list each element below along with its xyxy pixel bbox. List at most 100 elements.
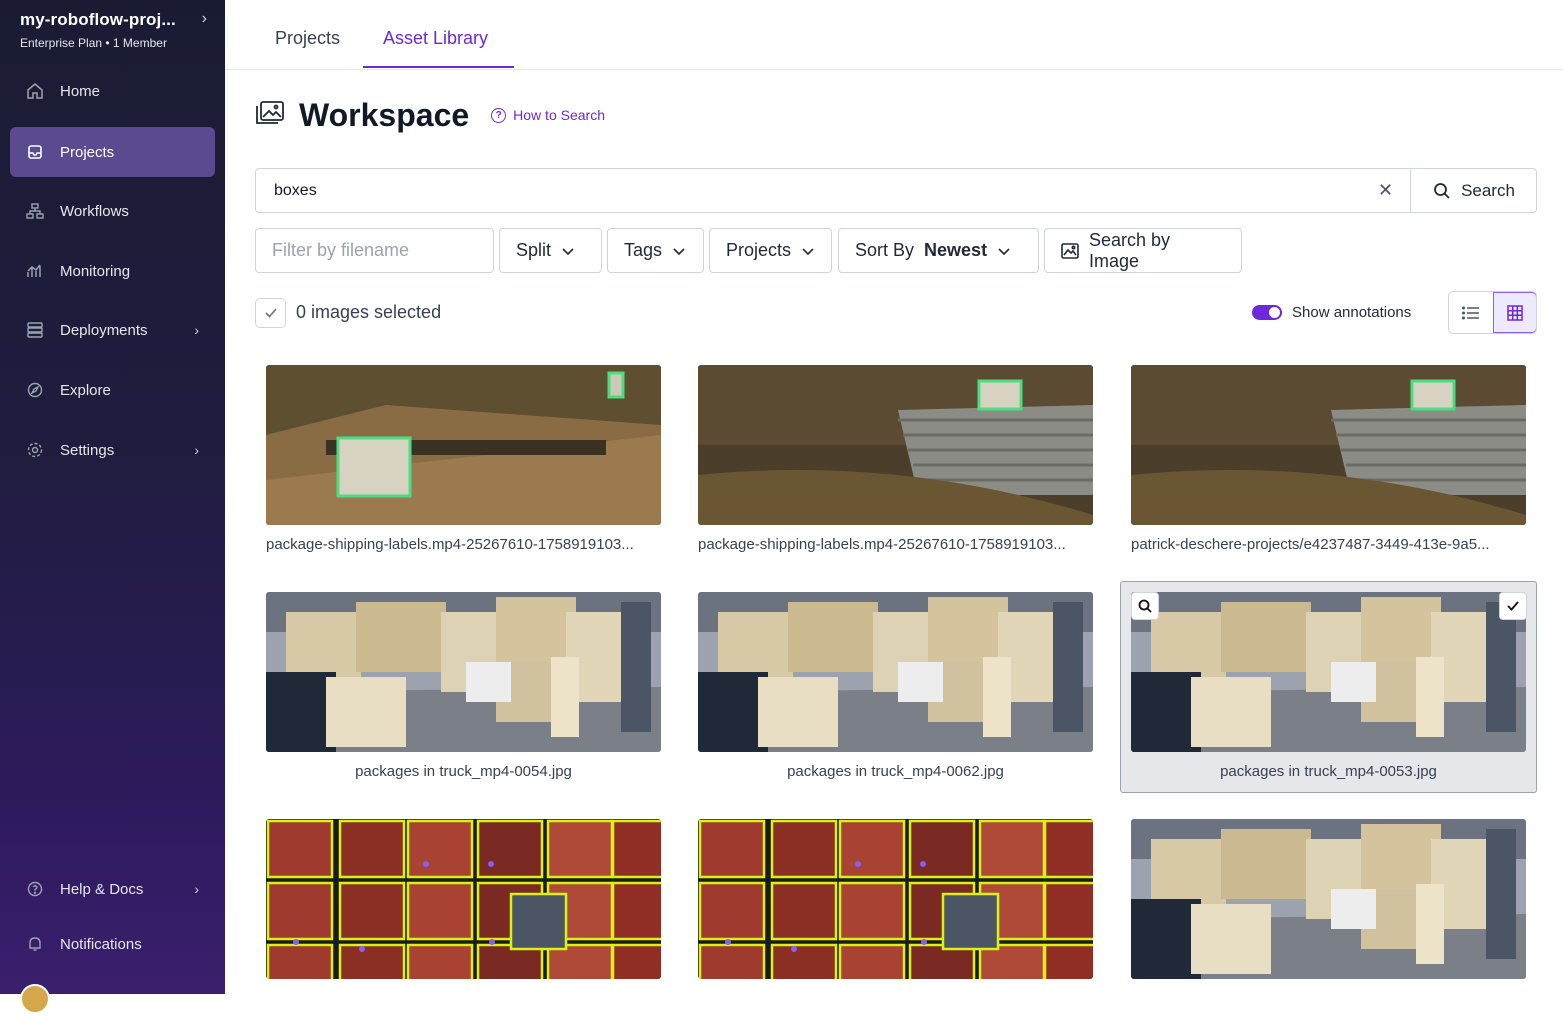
check-icon [1507,601,1519,611]
select-checkbox[interactable] [1499,592,1527,620]
avatar[interactable] [20,984,50,1014]
image-icon [1061,242,1079,259]
tab-asset-library[interactable]: Asset Library [383,28,488,49]
how-to-search-link[interactable]: ? How to Search [491,107,605,123]
image-filename: packages in truck_mp4-0054.jpg [355,763,572,780]
sidebar-item-label: Workflows [60,202,129,220]
image-card[interactable]: package-shipping-labels.mp4-25267610-175… [266,365,663,565]
help-icon: ? [491,107,507,123]
split-label: Split [516,240,552,260]
images-icon [255,100,285,131]
main-content: Projects Asset Library Workspace ? How t… [225,0,1563,994]
image-thumbnail[interactable] [698,592,1093,752]
grid-icon [1507,304,1523,321]
sidebar-item-label: Help & Docs [60,880,144,898]
image-thumbnail[interactable] [266,365,661,525]
chevron-right-icon: › [194,322,199,338]
split-dropdown[interactable]: Split [499,228,602,273]
image-filename: patrick-deschere-projects/e4237487-3449-… [1131,536,1490,553]
image-card[interactable]: patrick-deschere-projects/e4237487-3449-… [1131,365,1528,565]
chevron-right-icon: › [194,442,199,458]
plan-label: Enterprise Plan [20,36,103,50]
tags-label: Tags [624,240,663,260]
chevron-down-icon [673,247,685,255]
image-thumbnail[interactable] [266,819,661,979]
server-icon [26,321,44,339]
active-tab-indicator [363,66,514,68]
list-icon [1462,305,1479,320]
tab-projects[interactable]: Projects [275,28,340,49]
sidebar-item-projects[interactable]: Projects [10,127,215,177]
chart-icon [26,262,44,280]
image-card[interactable]: packages in truck_mp4-0054.jpg [266,592,663,792]
members-label: 1 Member [112,36,167,50]
sidebar-item-label: Settings [60,441,115,459]
image-thumbnail[interactable] [1131,592,1526,752]
sidebar-item-deployments[interactable]: Deployments › [10,305,215,355]
sidebar-item-settings[interactable]: Settings › [10,425,215,475]
tags-dropdown[interactable]: Tags [607,228,704,273]
sidebar-item-help-docs[interactable]: Help & Docs › [10,864,215,914]
search-by-image-button[interactable]: Search by Image [1044,228,1242,273]
filename-filter-input[interactable]: Filter by filename [255,228,494,273]
sidebar-item-workflows[interactable]: Workflows [10,186,215,236]
sidebar-item-label: Explore [60,381,111,399]
image-thumbnail[interactable] [266,592,661,752]
chevron-down-icon [998,247,1010,255]
image-card[interactable]: packages in truck_mp4-0062.jpg [698,592,1095,792]
sort-label: Sort By [855,240,915,260]
search-by-image-label: Search by Image [1088,229,1171,271]
search-button-label: Search [1461,180,1515,200]
image-card[interactable]: packages in truck_mp4-0053.jpg [1120,581,1537,793]
search-input[interactable] [256,169,1410,212]
sidebar-item-label: Projects [60,143,115,161]
workspace-switcher[interactable]: my-roboflow-proj... › Enterprise Plan • … [20,10,215,50]
image-card[interactable]: package-shipping-labels.mp4-25267610-175… [698,365,1095,565]
search-bar: ✕ Search [255,168,1537,213]
select-all-checkbox[interactable] [255,298,286,328]
page-title: Workspace [299,96,470,133]
sidebar-item-notifications[interactable]: Notifications [10,919,215,969]
help-icon [26,880,44,898]
show-annotations-toggle[interactable] [1252,305,1282,320]
projects-label: Projects [726,240,792,260]
projects-dropdown[interactable]: Projects [709,228,832,273]
sidebar-item-label: Monitoring [60,262,131,280]
sidebar-item-monitoring[interactable]: Monitoring [10,246,215,296]
image-thumbnail[interactable] [698,365,1093,525]
sidebar-item-home[interactable]: Home [10,66,215,116]
image-filename: package-shipping-labels.mp4-25267610-175… [266,536,634,553]
selection-toolbar: 0 images selected Show annotations [255,291,1537,337]
image-filename: packages in truck_mp4-0053.jpg [1220,763,1437,780]
image-thumbnail[interactable] [698,819,1093,979]
sidebar-item-label: Home [60,82,101,100]
image-thumbnail[interactable] [1131,819,1526,979]
view-mode-toggle [1448,291,1537,334]
workflow-icon [26,202,44,220]
tab-bar: Projects Asset Library [225,0,1563,70]
search-button[interactable]: Search [1410,169,1537,212]
zoom-button[interactable] [1131,592,1159,620]
image-filename: package-shipping-labels.mp4-25267610-175… [698,536,1066,553]
search-icon [1434,182,1450,199]
list-view-button[interactable] [1449,292,1493,333]
sidebar-item-label: Deployments [60,321,148,339]
inbox-icon [26,143,44,161]
chevron-down-icon [562,247,574,255]
gear-icon [26,441,44,459]
image-card[interactable] [1131,819,1528,1019]
close-icon[interactable]: ✕ [1378,180,1393,201]
search-icon [1138,599,1152,613]
image-thumbnail[interactable] [1131,365,1526,525]
image-card[interactable] [698,819,1095,1019]
how-to-search-label: How to Search [513,107,605,123]
compass-icon [26,381,44,399]
page-header: Workspace ? How to Search [255,95,605,135]
sort-dropdown[interactable]: Sort By Newest [838,228,1039,273]
grid-view-button[interactable] [1493,292,1536,333]
image-filename: packages in truck_mp4-0062.jpg [787,763,1004,780]
workspace-plan: Enterprise Plan • 1 Member [20,36,167,50]
image-card[interactable] [266,819,663,1019]
workspace-name: my-roboflow-proj... [20,10,176,29]
sidebar-item-explore[interactable]: Explore [10,365,215,415]
